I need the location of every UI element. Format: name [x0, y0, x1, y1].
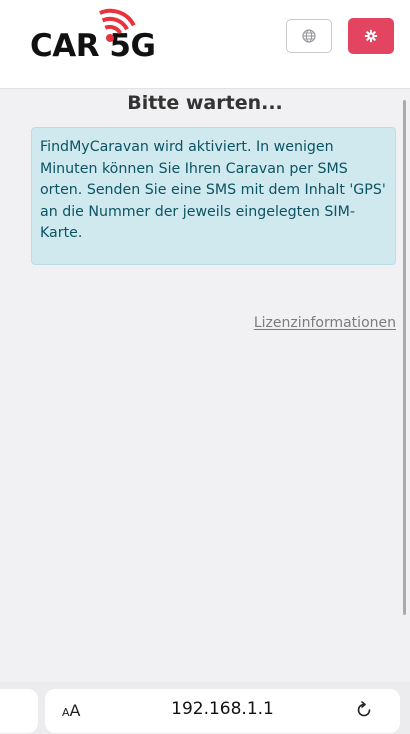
globe-icon — [302, 29, 316, 43]
settings-button[interactable] — [348, 18, 394, 54]
signal-waves-icon — [99, 8, 136, 42]
scrollbar[interactable] — [403, 100, 406, 615]
url-text: 192.168.1.1 — [171, 699, 274, 719]
address-bar[interactable]: AA 192.168.1.1 — [45, 689, 400, 733]
reload-icon[interactable] — [353, 699, 375, 721]
browser-toolbar: AA 192.168.1.1 — [0, 682, 410, 734]
language-button[interactable] — [286, 19, 332, 53]
info-alert: FindMyCaravan wird aktiviert. In wenigen… — [31, 127, 396, 265]
license-link[interactable]: Lizenzinformationen — [254, 315, 396, 331]
alert-message: FindMyCaravan wird aktiviert. In wenigen… — [40, 139, 386, 241]
page-title: Bitte warten... — [127, 92, 283, 114]
gear-icon — [364, 29, 378, 43]
car5g-logo[interactable]: CAR 5G — [30, 8, 180, 70]
previous-tab-edge[interactable] — [0, 689, 38, 733]
app-header: CAR 5G — [0, 0, 410, 89]
